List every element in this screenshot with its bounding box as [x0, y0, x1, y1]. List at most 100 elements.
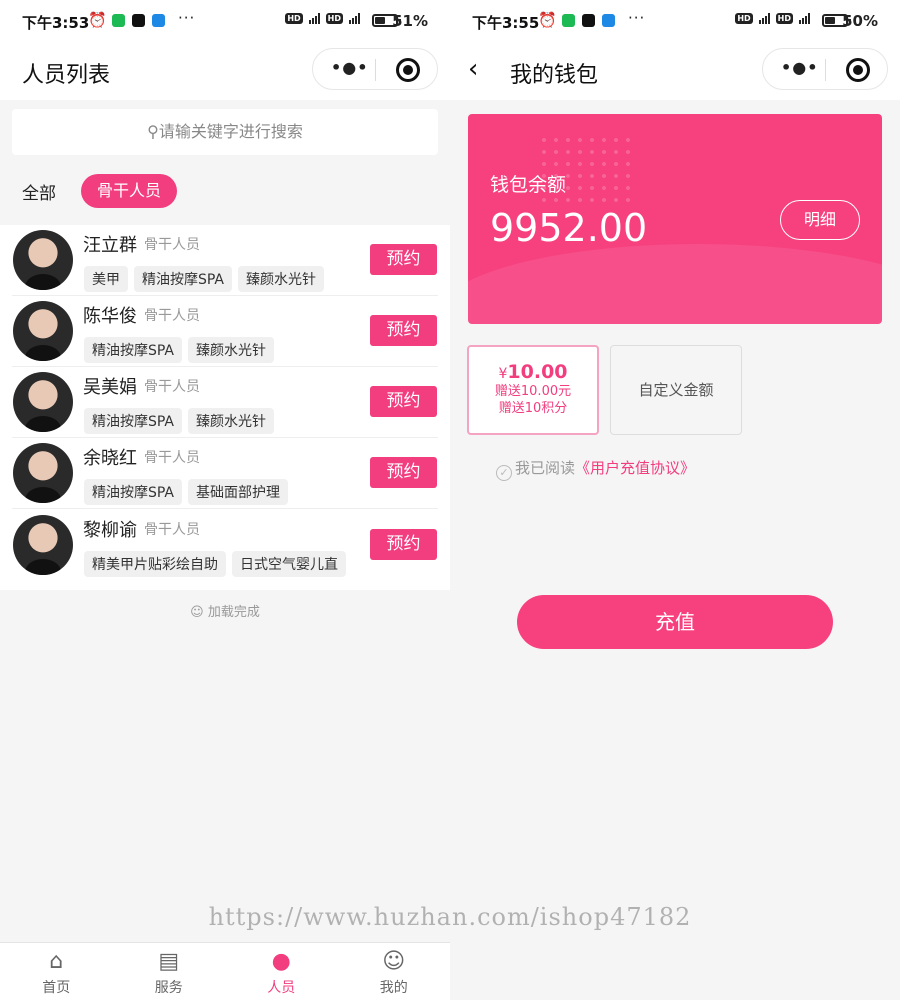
list-item[interactable]: 汪立群 骨干人员 美甲 精油按摩SPA 臻颜水光针 预约: [12, 225, 438, 296]
option-gift-money: 赠送10.00元: [494, 384, 572, 399]
option-price: ¥10.00: [498, 361, 568, 383]
detail-button[interactable]: 明细: [780, 200, 860, 240]
more-menu-icon[interactable]: •●•: [331, 58, 368, 77]
nav-bar: 人员列表 •●•: [0, 44, 450, 100]
recharge-button[interactable]: 充值: [517, 595, 833, 649]
avatar: [13, 230, 73, 290]
staff-role: 骨干人员: [144, 522, 200, 538]
more-notifications-icon: ···: [628, 9, 646, 27]
back-icon[interactable]: ‹: [468, 54, 478, 84]
page-title: 我的钱包: [510, 63, 599, 88]
book-button[interactable]: 预约: [370, 386, 437, 417]
more-notifications-icon: ···: [178, 9, 196, 27]
staff-name: 汪立群: [83, 235, 137, 256]
close-program-icon[interactable]: [846, 58, 870, 82]
tab-bar: ⌂ 首页 ▤ 服务 ● 人员 ☺ 我的: [0, 942, 450, 1000]
agreement-link[interactable]: 《用户充值协议》: [575, 459, 695, 477]
battery-percent: 51%: [392, 12, 428, 30]
list-item[interactable]: 黎柳谕 骨干人员 精美甲片贴彩绘自助 日式空气婴儿直 预约: [12, 510, 438, 581]
close-program-icon[interactable]: [396, 58, 420, 82]
service-tag: 臻颜水光针: [188, 408, 275, 434]
home-icon: ⌂: [49, 949, 64, 974]
agreement: ✓ 我已阅读《用户充值协议》: [496, 457, 695, 481]
balance-amount: 9952.00: [490, 206, 648, 250]
search-icon: ⚲: [147, 122, 159, 141]
avatar: [13, 515, 73, 575]
tiktok-icon: [582, 14, 595, 27]
list-item[interactable]: 余晓红 骨干人员 精油按摩SPA 基础面部护理 预约: [12, 438, 438, 509]
app-icon: [602, 14, 615, 27]
agreement-text: 我已阅读: [515, 459, 576, 477]
option-gift-points: 赠送10积分: [498, 401, 568, 416]
status-bar: 下午3:53 ⏰ ··· HD HD 51%: [0, 0, 450, 44]
book-button[interactable]: 预约: [370, 315, 437, 346]
app-icon: [152, 14, 165, 27]
service-tag: 精油按摩SPA: [84, 337, 183, 363]
service-tag: 精油按摩SPA: [134, 266, 233, 292]
nav-bar: ‹ 我的钱包 •●•: [450, 44, 900, 100]
person-icon: ●: [271, 949, 291, 974]
wechat-icon: [562, 14, 575, 27]
wallet-screen: 下午3:55 ⏰ ··· HD HD 50% ‹ 我的钱包 •●• 钱包余额 9…: [450, 0, 900, 1000]
avatar: [13, 301, 73, 361]
staff-name: 陈华俊: [83, 306, 137, 327]
calendar-icon: ▤: [158, 949, 180, 974]
staff-name: 黎柳谕: [83, 520, 137, 541]
custom-amount-option[interactable]: 自定义金额: [610, 345, 742, 435]
book-button[interactable]: 预约: [370, 244, 437, 275]
status-time: 下午3:55: [472, 14, 540, 32]
tab-home[interactable]: ⌂ 首页: [0, 943, 113, 1000]
wallet-card: 钱包余额 9952.00 明细: [468, 114, 882, 324]
book-button[interactable]: 预约: [370, 457, 437, 488]
service-tag: 基础面部护理: [188, 479, 289, 505]
battery-percent: 50%: [842, 12, 878, 30]
status-bar: 下午3:55 ⏰ ··· HD HD 50%: [450, 0, 900, 44]
avatar: [13, 372, 73, 432]
list-item[interactable]: 吴美娟 骨干人员 精油按摩SPA 臻颜水光针 预约: [12, 367, 438, 438]
custom-amount-label: 自定义金额: [638, 381, 714, 399]
book-button[interactable]: 预约: [370, 529, 437, 560]
alarm-icon: ⏰: [88, 11, 107, 29]
smile-icon: ☺: [382, 949, 406, 974]
signal-icon: HD HD: [735, 13, 810, 24]
staff-list-screen: 下午3:53 ⏰ ··· HD HD 51% 人员列表 •●• ⚲请输关键字进行…: [0, 0, 450, 1000]
tab-staff[interactable]: ● 人员: [225, 943, 338, 1000]
service-tag: 臻颜水光针: [188, 337, 275, 363]
signal-icon: HD HD: [285, 13, 360, 24]
status-time: 下午3:53: [22, 14, 90, 32]
service-tag: 精油按摩SPA: [84, 408, 183, 434]
mini-program-capsule: •●•: [762, 48, 888, 90]
search-input[interactable]: ⚲请输关键字进行搜索: [12, 109, 438, 155]
tiktok-icon: [132, 14, 145, 27]
staff-list: 汪立群 骨干人员 美甲 精油按摩SPA 臻颜水光针 预约 陈华俊 骨干人员 精油…: [0, 225, 450, 590]
list-item[interactable]: 陈华俊 骨干人员 精油按摩SPA 臻颜水光针 预约: [12, 296, 438, 367]
mini-program-capsule: •●•: [312, 48, 438, 90]
tab-mine[interactable]: ☺ 我的: [338, 943, 451, 1000]
avatar: [13, 443, 73, 503]
staff-role: 骨干人员: [144, 450, 200, 466]
tab-service[interactable]: ▤ 服务: [113, 943, 226, 1000]
search-placeholder: 请输关键字进行搜索: [158, 122, 303, 141]
category-filter: 全部 骨干人员: [0, 165, 450, 217]
staff-role: 骨干人员: [144, 379, 200, 395]
service-tag: 臻颜水光针: [238, 266, 325, 292]
service-tag: 美甲: [84, 266, 128, 292]
service-tag: 日式空气婴儿直: [232, 551, 346, 577]
wechat-icon: [112, 14, 125, 27]
filter-all[interactable]: 全部: [22, 179, 56, 204]
staff-name: 余晓红: [83, 448, 137, 469]
load-complete-text: ☺ 加载完成: [190, 605, 260, 620]
filter-core-staff[interactable]: 骨干人员: [81, 174, 178, 208]
staff-name: 吴美娟: [83, 377, 137, 398]
staff-role: 骨干人员: [144, 237, 200, 253]
balance-label: 钱包余额: [490, 174, 567, 196]
watermark: https://www.huzhan.com/ishop47182: [208, 903, 692, 931]
more-menu-icon[interactable]: •●•: [781, 58, 818, 77]
page-title: 人员列表: [22, 63, 111, 88]
service-tag: 精油按摩SPA: [84, 479, 183, 505]
alarm-icon: ⏰: [538, 11, 557, 29]
notification-icons: [112, 14, 165, 27]
agree-checkbox[interactable]: ✓: [496, 465, 512, 481]
recharge-option-10[interactable]: ¥10.00 赠送10.00元 赠送10积分: [467, 345, 599, 435]
staff-role: 骨干人员: [144, 308, 200, 324]
